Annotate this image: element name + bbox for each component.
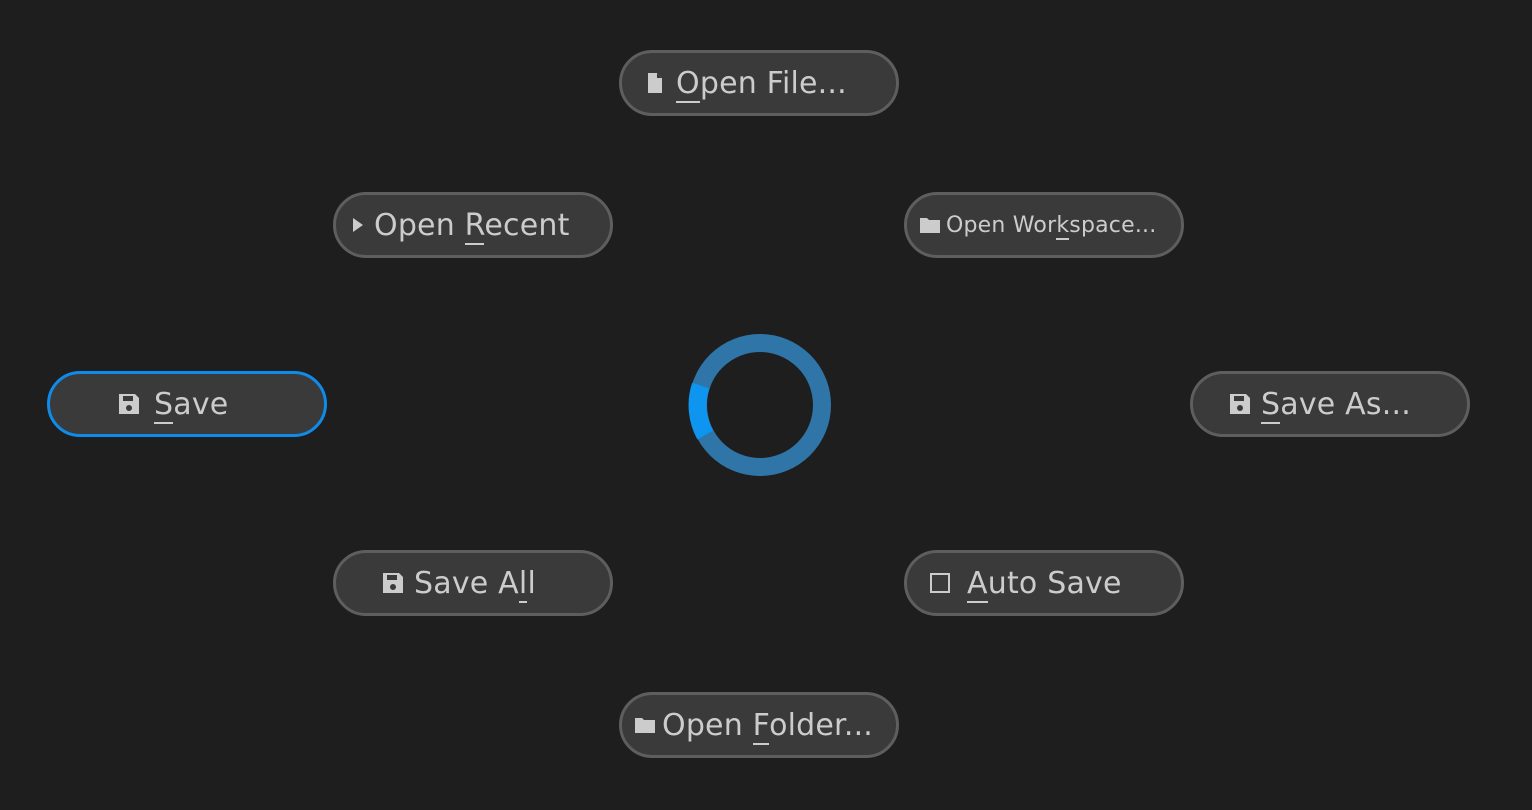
floppy-disk-icon <box>1229 393 1251 415</box>
loading-spinner-icon <box>688 334 831 476</box>
folder-icon <box>919 216 941 234</box>
floppy-disk-icon <box>382 572 404 594</box>
save-button[interactable]: Save <box>47 371 327 437</box>
save-all-button[interactable]: Save All <box>333 550 613 616</box>
open-recent-button[interactable]: Open Recent <box>333 192 613 258</box>
auto-save-label: Auto Save <box>967 565 1122 603</box>
auto-save-toggle[interactable]: Auto Save <box>904 550 1184 616</box>
floppy-disk-icon <box>118 393 140 415</box>
open-folder-button[interactable]: Open Folder... <box>619 692 899 758</box>
open-folder-label: Open Folder... <box>662 707 874 745</box>
open-recent-label: Open Recent <box>374 207 570 245</box>
open-file-label: Open File... <box>676 65 847 103</box>
file-icon <box>646 72 664 94</box>
folder-icon <box>634 716 656 734</box>
save-as-label: Save As... <box>1261 386 1411 424</box>
open-workspace-button[interactable]: Open Workspace... <box>904 192 1184 258</box>
triangle-right-icon <box>352 217 364 233</box>
save-label: Save <box>154 386 229 424</box>
open-file-button[interactable]: Open File... <box>619 50 899 116</box>
checkbox-icon[interactable] <box>929 572 951 594</box>
save-as-button[interactable]: Save As... <box>1190 371 1470 437</box>
save-all-label: Save All <box>414 565 536 603</box>
open-workspace-label: Open Workspace... <box>946 212 1157 240</box>
